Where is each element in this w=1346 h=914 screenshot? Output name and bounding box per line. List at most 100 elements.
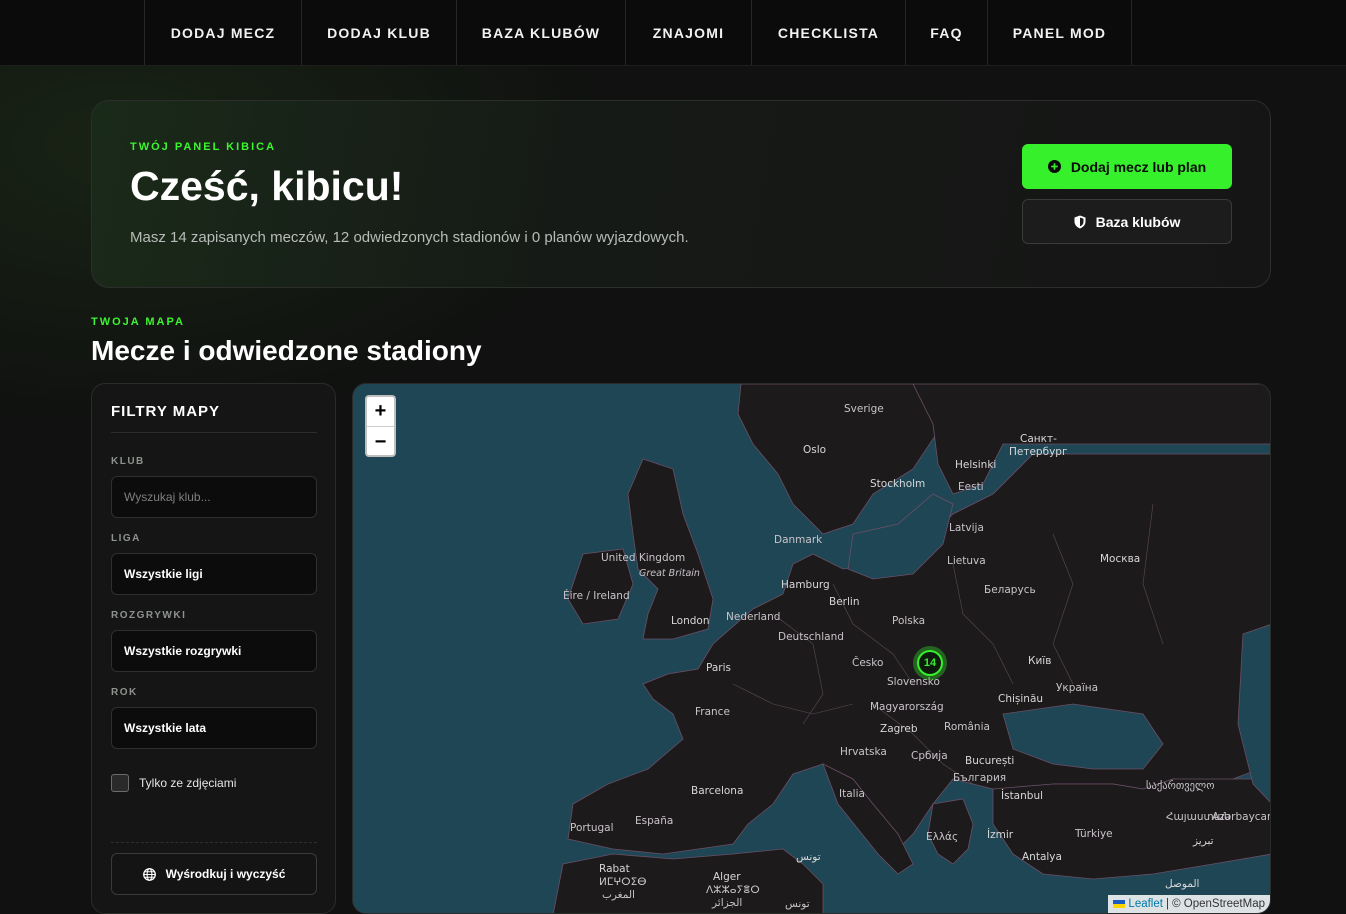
nav-item-znajomi[interactable]: ZNAJOMI — [625, 0, 751, 65]
map-basemap — [353, 384, 1270, 913]
nav-item-dodaj-klub[interactable]: DODAJ KLUB — [301, 0, 456, 65]
leaflet-link[interactable]: Leaflet — [1128, 898, 1163, 910]
center-and-clear-label: Wyśrodkuj i wyczyść — [165, 867, 286, 881]
map-label-stockholm: Stockholm — [870, 478, 926, 490]
map-label-latvija: Latvija — [949, 522, 984, 534]
map-label-cesko: Česko — [852, 657, 884, 669]
hero-card: TWÓJ PANEL KIBICA Cześć, kibicu! Masz 14… — [91, 100, 1271, 288]
map-label-eesti: Eesti — [958, 481, 984, 493]
nav-item-dodaj-mecz[interactable]: DODAJ MECZ — [144, 0, 301, 65]
center-and-clear-button[interactable]: Wyśrodkuj i wyczyść — [111, 853, 317, 895]
league-select[interactable]: Wszystkie ligi — [111, 553, 317, 595]
hero-eyebrow: TWÓJ PANEL KIBICA — [130, 141, 277, 153]
nav-list: DODAJ MECZ DODAJ KLUB BAZA KLUBÓW ZNAJOM… — [144, 0, 1132, 65]
nav-item-faq[interactable]: FAQ — [905, 0, 987, 65]
map-label-turkiye: Türkiye — [1075, 828, 1113, 840]
map-label-nederland: Nederland — [726, 611, 781, 623]
ukraine-flag-icon — [1113, 900, 1126, 908]
map-label-balgaria: България — [953, 772, 1007, 784]
map-label-morocco-ar: المغرب — [602, 889, 635, 901]
cluster-count: 14 — [917, 650, 943, 676]
map-label-istanbul: İstanbul — [1001, 790, 1044, 802]
map-filters-panel: FILTRY MAPY KLUB LIGA Wszystkie ligi ROZ… — [91, 383, 336, 914]
map-label-izmir: İzmir — [987, 829, 1014, 841]
club-database-button[interactable]: Baza klubów — [1022, 199, 1232, 244]
map-label-algeria-ar: الجزائر — [712, 897, 743, 909]
league-filter-label: LIGA — [111, 533, 141, 544]
map-label-france: France — [695, 706, 730, 718]
map-section-title: Mecze i odwiedzone stadiony — [91, 335, 482, 366]
map-label-rabat: Rabat — [599, 863, 630, 875]
filters-title: FILTRY MAPY — [111, 403, 317, 433]
map-label-zagreb: Zagreb — [880, 723, 918, 735]
map-label-sankt: Санкт- — [1020, 433, 1057, 445]
map-label-paris: Paris — [706, 662, 731, 674]
map-label-algeria-tf: ⴷⵣⵣⴰⵢⴻⵔ — [706, 884, 760, 896]
map-label-bucuresti: București — [965, 755, 1015, 767]
land-north-africa — [552, 848, 824, 913]
plus-circle-icon — [1047, 160, 1061, 173]
shield-icon — [1074, 215, 1086, 228]
map-label-kyiv: Київ — [1028, 655, 1052, 667]
map-label-portugal: Portugal — [570, 822, 614, 834]
map-label-danmark: Danmark — [774, 534, 823, 546]
hero-title: Cześć, kibicu! — [130, 163, 404, 209]
nav-item-baza-klubow[interactable]: BAZA KLUBÓW — [456, 0, 625, 65]
map-label-magyarorszag: Magyarország — [870, 701, 944, 713]
map-label-gb: Great Britain — [639, 568, 700, 579]
zoom-in-button[interactable]: + — [367, 397, 394, 427]
map-label-barcelona: Barcelona — [691, 785, 744, 797]
add-match-button-label: Dodaj mecz lub plan — [1070, 158, 1207, 175]
globe-icon — [142, 867, 156, 881]
map-attribution: Leaflet | © OpenStreetMap — [1108, 895, 1270, 913]
zoom-control: + − — [365, 395, 396, 457]
map-label-mosul: الموصل — [1165, 878, 1200, 890]
map-label-italia: Italia — [839, 788, 865, 800]
photos-only-checkbox[interactable] — [111, 774, 129, 792]
zoom-out-button[interactable]: − — [367, 427, 394, 455]
map-label-romania: România — [944, 721, 990, 733]
map-label-berlin: Berlin — [829, 596, 860, 608]
map-label-azerbaycan: Azərbaycan — [1212, 811, 1271, 823]
map-section-eyebrow: TWOJA MAPA — [91, 316, 185, 328]
map-label-london: London — [671, 615, 710, 627]
photos-only-label: Tylko ze zdjęciami — [139, 776, 237, 790]
map-label-sverige: Sverige — [844, 403, 884, 415]
map-label-hamburg: Hamburg — [781, 579, 830, 591]
club-database-button-label: Baza klubów — [1095, 213, 1181, 230]
year-filter-label: ROK — [111, 687, 138, 698]
map-label-tabriz: تبریز — [1193, 835, 1214, 847]
hero-subtitle: Masz 14 zapisanych meczów, 12 odwiedzony… — [130, 229, 689, 246]
map-label-antalya: Antalya — [1022, 851, 1062, 863]
map-label-polska: Polska — [892, 615, 926, 627]
map-label-eire: Éire / Ireland — [563, 590, 630, 602]
year-select[interactable]: Wszystkie lata — [111, 707, 317, 749]
map-label-deutschland: Deutschland — [778, 631, 844, 643]
map-label-hrvatska: Hrvatska — [840, 746, 887, 758]
map-label-tunis: تونس — [796, 851, 821, 863]
add-match-button[interactable]: Dodaj mecz lub plan — [1022, 144, 1232, 189]
map-label-moskva: Москва — [1100, 553, 1141, 565]
map-label-belarus: Беларусь — [984, 584, 1036, 596]
map-label-morocco-tf: ⵍⵎⵖⵔⵉⴱ — [599, 876, 647, 888]
club-search-input[interactable] — [111, 476, 317, 518]
map-label-srbija: Србија — [911, 750, 948, 762]
nav-item-panel-mod[interactable]: PANEL MOD — [987, 0, 1132, 65]
map-label-peterburg: Петербург — [1009, 446, 1068, 458]
stadium-map[interactable]: Sverige Oslo Санкт- Петербург Helsinki S… — [352, 383, 1271, 914]
club-filter-label: KLUB — [111, 456, 145, 467]
map-label-tunisia: تونس — [785, 898, 810, 910]
match-cluster-marker[interactable]: 14 — [913, 646, 947, 680]
top-navigation: DODAJ MECZ DODAJ KLUB BAZA KLUBÓW ZNAJOM… — [0, 0, 1346, 66]
map-label-espana: España — [635, 815, 674, 827]
filters-divider — [111, 842, 317, 843]
competition-filter-label: ROZGRYWKI — [111, 610, 187, 621]
map-label-helsinki: Helsinki — [955, 459, 997, 471]
map-label-chisinau: Chișinău — [998, 693, 1044, 705]
map-label-uk: United Kingdom — [601, 552, 686, 564]
competition-select[interactable]: Wszystkie rozgrywki — [111, 630, 317, 672]
map-label-georgia: საქართველო — [1146, 780, 1215, 792]
map-label-oslo: Oslo — [803, 444, 827, 456]
map-label-alger: Alger — [713, 871, 741, 883]
nav-item-checklista[interactable]: CHECKLISTA — [751, 0, 905, 65]
